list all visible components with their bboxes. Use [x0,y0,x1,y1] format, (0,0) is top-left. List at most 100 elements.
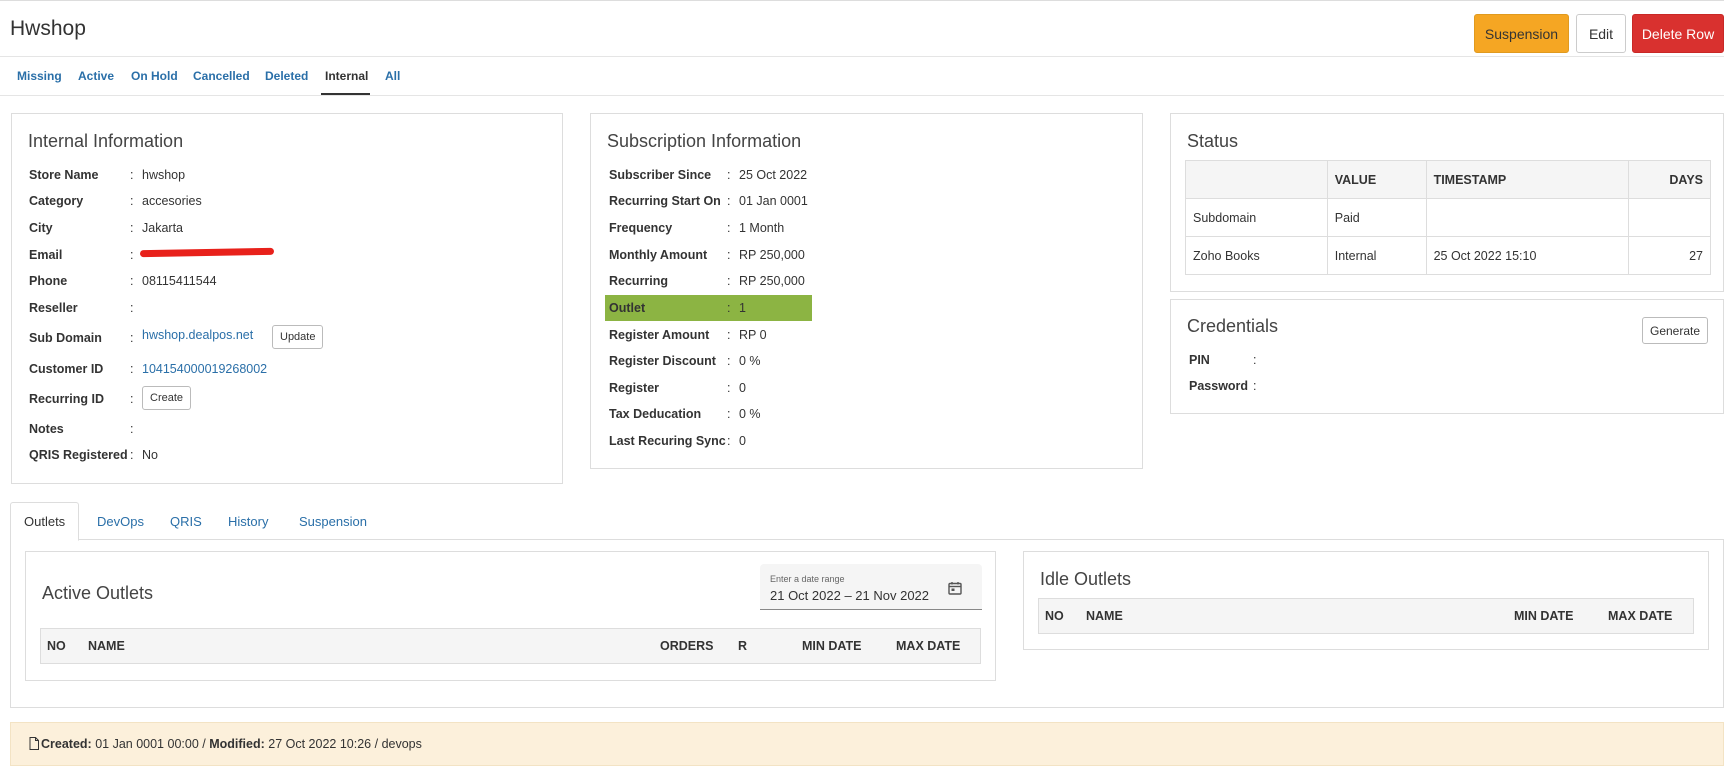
status-title: Status [1187,131,1239,151]
modified-label: Modified: [209,737,265,751]
recurring-label: Recurring [609,274,669,288]
col-max-date: MAX DATE [896,639,961,653]
phone-label: Phone [29,274,68,288]
email-label: Email [29,248,63,262]
col-name: NAME [88,639,125,653]
col-no: NO [1045,609,1064,623]
table-row: Subdomain Paid [1185,198,1711,237]
page-title: Hwshop [10,17,86,40]
status-row-name: Zoho Books [1185,236,1328,275]
status-col-timestamp: TIMESTAMP [1425,160,1630,199]
update-subdomain-button[interactable]: Update [272,325,324,349]
monthly-amount-value: RP 250,000 [739,248,805,262]
sub-domain-label: Sub Domain [29,331,102,345]
qris-registered-value: No [142,448,158,462]
tab-on-hold[interactable]: On Hold [131,69,178,83]
audit-footer: Created: 01 Jan 0001 00:00 / Modified: 2… [10,722,1724,766]
subscriber-since-label: Subscriber Since [609,168,712,182]
col-orders: ORDERS [660,639,714,653]
status-row-days [1628,198,1711,237]
qris-registered-label: QRIS Registered [29,448,128,462]
separator: / [202,737,206,751]
active-outlets-title: Active Outlets [42,583,154,603]
page-header: Hwshop Suspension Edit Delete Row [0,3,1724,57]
status-row-name: Subdomain [1185,198,1328,237]
tab-suspension[interactable]: Suspension [286,502,380,540]
register-discount-label: Register Discount [609,354,716,368]
file-icon [29,737,39,750]
recurring-start-value: 01 Jan 0001 [739,194,808,208]
created-label: Created: [41,737,92,751]
active-outlets-table-header: NO NAME ORDERS R MIN DATE MAX DATE [40,628,981,664]
frequency-label: Frequency [609,221,673,235]
tax-deducation-label: Tax Deducation [609,407,702,421]
tab-outlets[interactable]: Outlets [10,502,80,541]
tab-devops[interactable]: DevOps [84,502,157,540]
date-range-input[interactable]: Enter a date range 21 Oct 2022 – 21 Nov … [760,564,982,610]
edit-button[interactable]: Edit [1576,14,1626,53]
register-value: 0 [739,381,746,395]
idle-outlets-title: Idle Outlets [1040,569,1132,589]
col-r: R [738,639,748,653]
col-min-date: MIN DATE [802,639,862,653]
tab-history[interactable]: History [215,502,281,540]
tax-deducation-value: 0 % [739,407,761,421]
outlet-value: 1 [739,301,746,315]
tab-cancelled[interactable]: Cancelled [193,69,250,83]
customer-id-label: Customer ID [29,362,104,376]
password-label: Password [1189,379,1249,393]
separator: / [374,737,379,751]
status-table-header: VALUE TIMESTAMP DAYS [1185,160,1711,199]
audit-text: Created: 01 Jan 0001 00:00 / Modified: 2… [41,737,422,751]
modified-by: devops [381,737,422,751]
tab-internal[interactable]: Internal [325,69,368,83]
store-name-value: hwshop [142,168,186,182]
status-row-timestamp [1425,198,1630,237]
recurring-id-label: Recurring ID [29,392,105,406]
idle-outlets-table-header: NO NAME MIN DATE MAX DATE [1038,598,1694,634]
customer-id-link[interactable]: 104154000019268002 [142,362,267,376]
recurring-value: RP 250,000 [739,274,805,288]
tab-deleted[interactable]: Deleted [265,69,308,83]
date-range-value: 21 Oct 2022 – 21 Nov 2022 [770,588,930,603]
section-tabs: Outlets DevOps QRIS History Suspension [10,502,1724,541]
tab-active[interactable]: Active [78,69,114,83]
sub-domain-link[interactable]: hwshop.dealpos.net [142,328,253,342]
phone-value: 08115411544 [142,274,217,288]
calendar-icon[interactable] [948,581,962,595]
status-col-value: VALUE [1326,160,1427,199]
city-value: Jakarta [142,221,183,235]
table-row: Zoho Books Internal 25 Oct 2022 15:10 27 [1185,236,1711,275]
status-row-value: Paid [1326,198,1427,237]
date-range-label: Enter a date range [770,574,845,584]
status-filter-tabs: Missing Active On Hold Cancelled Deleted… [0,58,1724,96]
status-row-days: 27 [1628,236,1711,275]
tab-qris[interactable]: QRIS [157,502,215,540]
create-recurring-button[interactable]: Create [142,386,192,410]
register-amount-value: RP 0 [739,328,767,342]
outlet-label: Outlet [609,301,646,315]
register-amount-label: Register Amount [609,328,710,342]
subscription-information-title: Subscription Information [607,131,802,151]
col-name: NAME [1086,609,1123,623]
suspension-button[interactable]: Suspension [1474,14,1569,53]
city-label: City [29,221,53,235]
generate-button[interactable]: Generate [1642,317,1709,344]
last-recuring-sync-label: Last Recuring Sync [609,434,726,448]
category-label: Category [29,194,84,208]
recurring-start-label: Recurring Start On [609,194,721,208]
col-max-date: MAX DATE [1608,609,1673,623]
last-recuring-sync-value: 0 [739,434,746,448]
active-tab-indicator [321,93,370,95]
credentials-title: Credentials [1187,316,1279,336]
subscriber-since-value: 25 Oct 2022 [739,168,808,182]
delete-row-button[interactable]: Delete Row [1632,14,1724,53]
internal-information-title: Internal Information [28,131,184,151]
status-row-value: Internal [1326,236,1427,275]
created-value: 01 Jan 0001 00:00 [95,737,199,751]
tab-missing[interactable]: Missing [17,69,62,83]
status-col-days: DAYS [1628,160,1711,199]
col-min-date: MIN DATE [1514,609,1574,623]
tab-all[interactable]: All [385,69,400,83]
register-label: Register [609,381,660,395]
